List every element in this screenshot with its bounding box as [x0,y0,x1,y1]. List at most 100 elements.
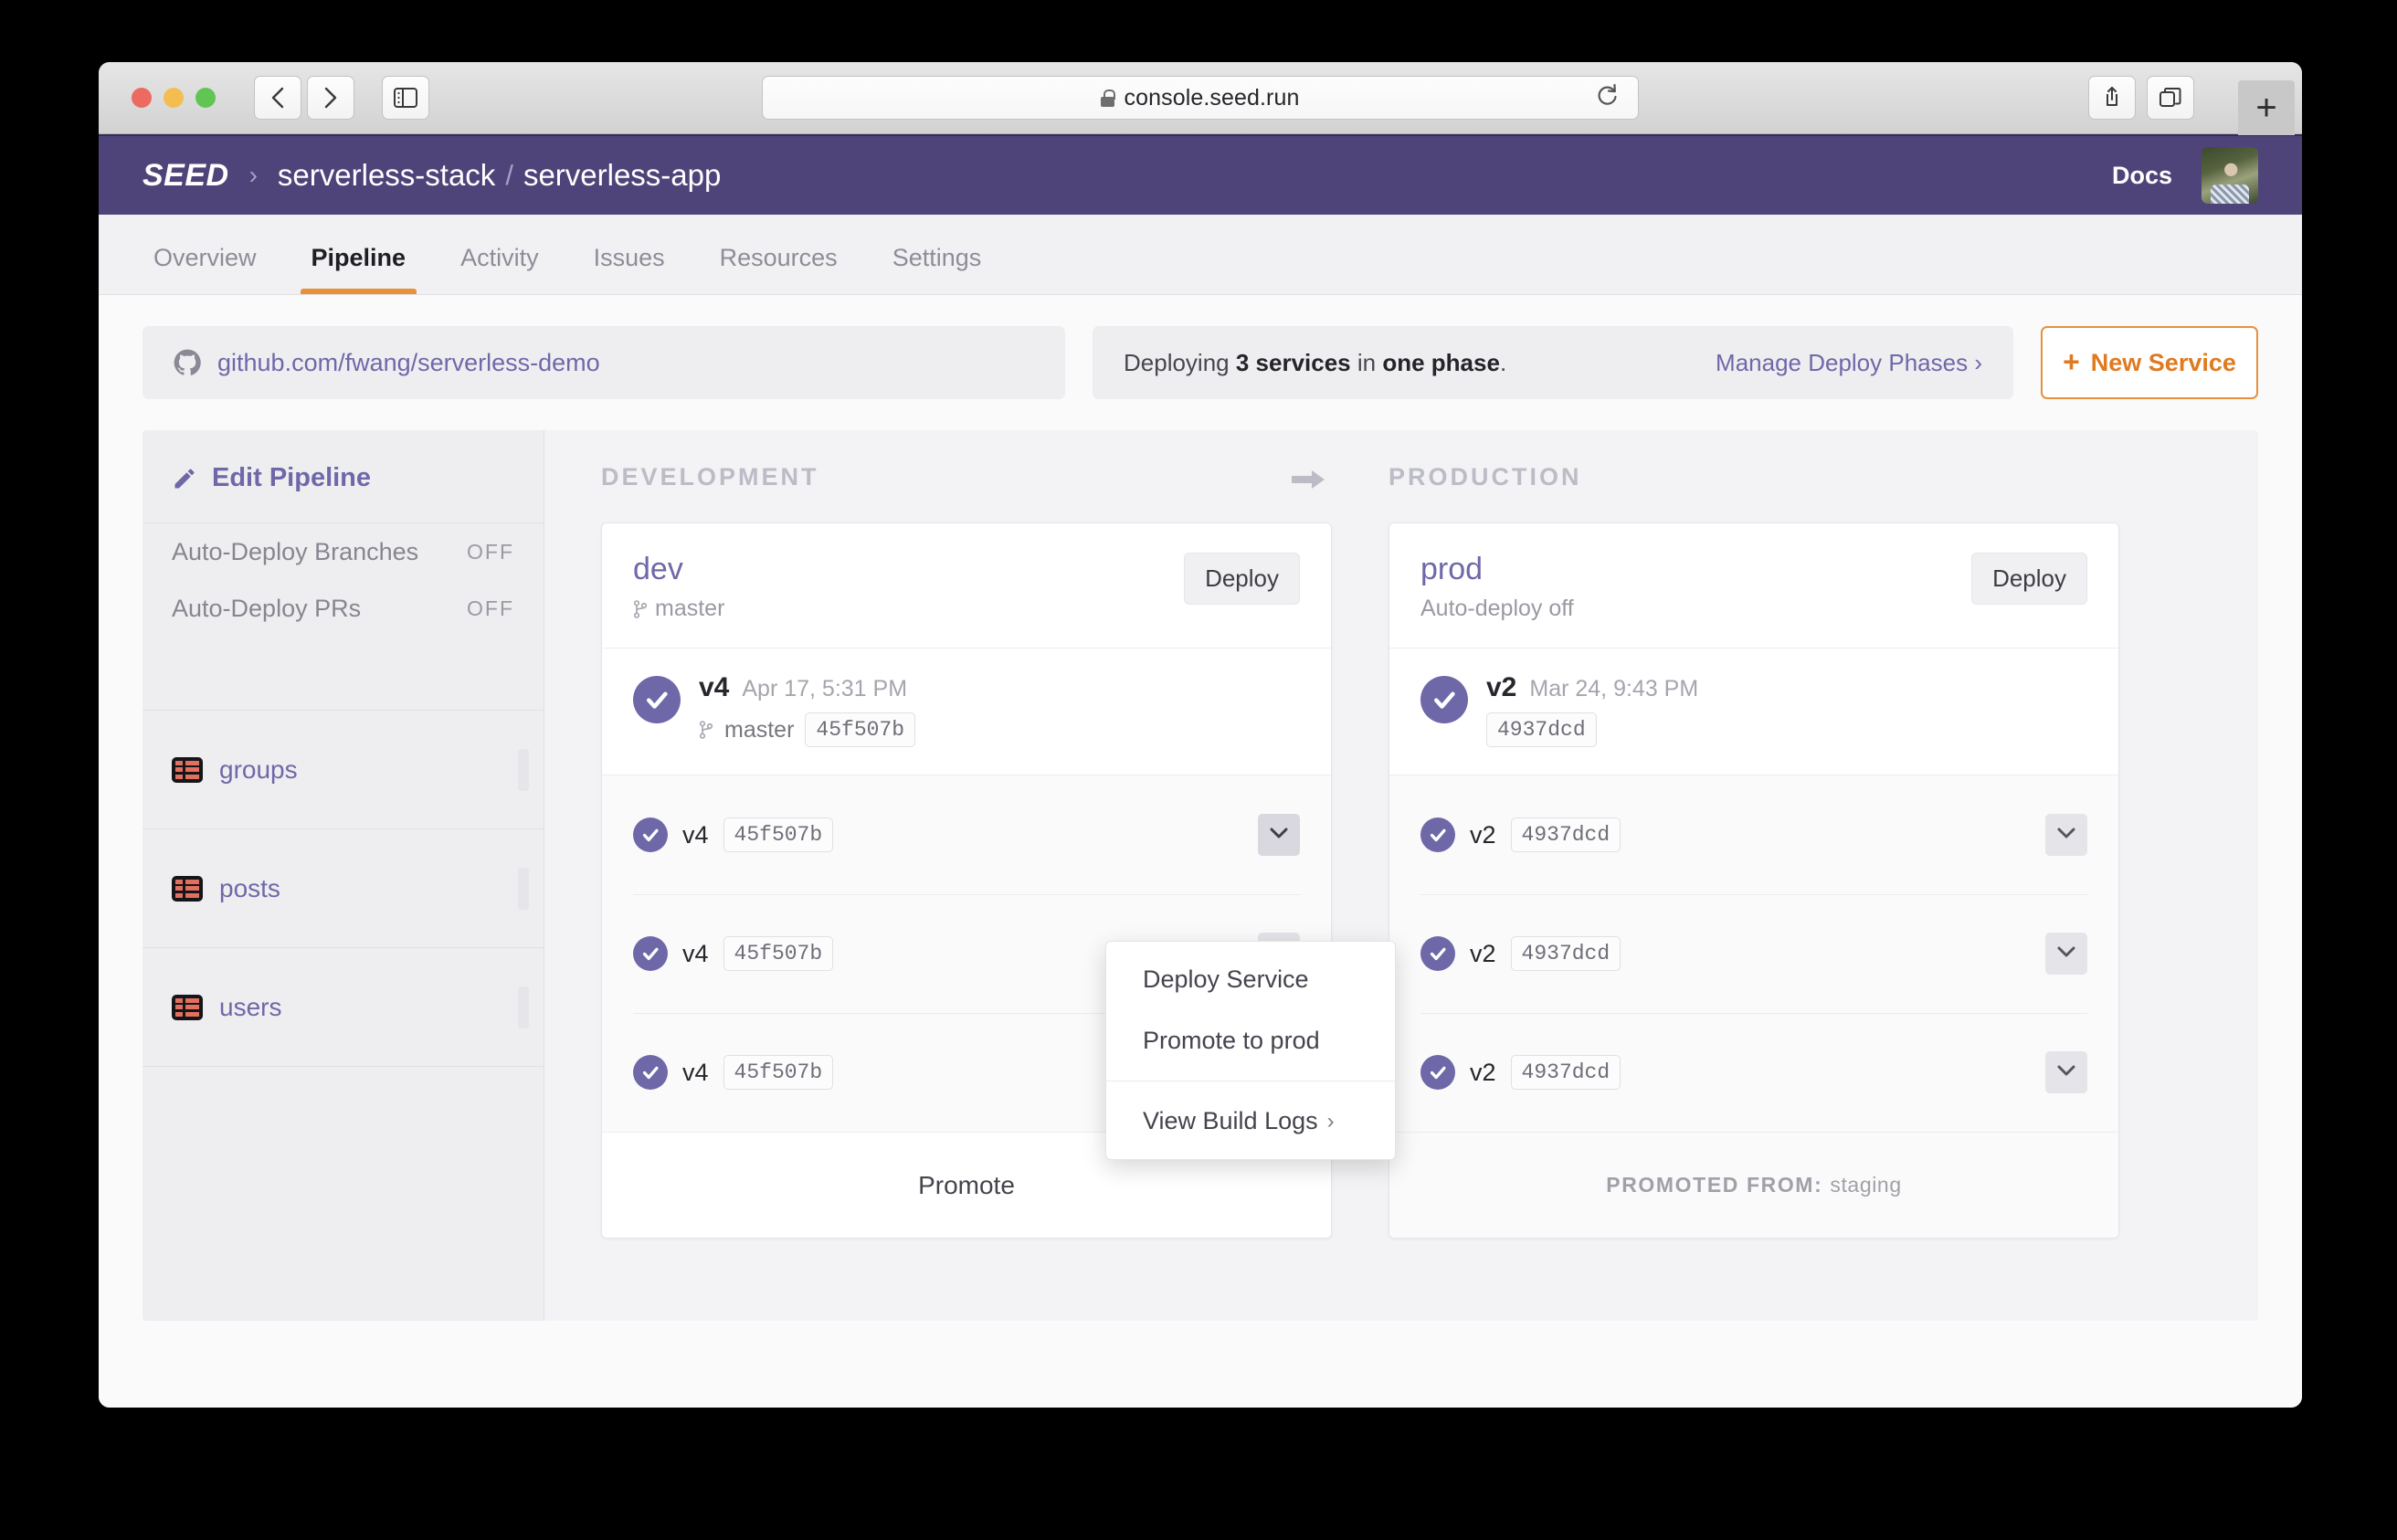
share-button[interactable] [2088,76,2136,120]
service-version: v2 [1470,940,1496,968]
close-window-button[interactable] [132,88,152,108]
forward-button[interactable] [307,76,354,120]
build-branch: master [724,717,794,744]
reload-button[interactable] [1596,83,1620,113]
breadcrumb-org[interactable]: serverless-stack [278,158,495,193]
tab-resources[interactable]: Resources [709,244,849,294]
auto-deploy-branches-value: OFF [467,540,514,564]
auto-deploy-branches-row[interactable]: Auto-Deploy Branches OFF [143,523,544,580]
tab-activity[interactable]: Activity [449,244,550,294]
stage-card-header: dev master [602,523,1331,649]
stage-name-prod[interactable]: prod [1420,553,1574,586]
reload-icon [1596,97,1620,112]
latest-build-line1: v4 Apr 17, 5:31 PM [699,672,915,703]
breadcrumb-app[interactable]: serverless-app [523,158,721,193]
service-version: v4 [682,940,709,968]
new-service-button[interactable]: + New Service [2041,326,2258,399]
build-sha: 45f507b [805,712,915,747]
table-icon [172,876,203,902]
deploy-button-prod[interactable]: Deploy [1971,553,2087,605]
service-menu-button[interactable] [1258,814,1300,856]
auto-deploy-prs-row[interactable]: Auto-Deploy PRs OFF [143,580,544,637]
stage-name-dev[interactable]: dev [633,553,724,586]
promoted-from-footer: PROMOTED FROM: staging [1389,1132,2118,1238]
plus-icon: + [2063,351,2080,374]
phase-count: one phase [1382,349,1500,376]
breadcrumb-separator: › [249,161,258,190]
sidebar-toggle-icon [394,88,417,108]
service-menu-button[interactable] [2045,933,2087,975]
tab-pipeline[interactable]: Pipeline [301,244,417,294]
check-circle-icon [1420,676,1468,723]
service-sha: 4937dcd [1511,817,1621,852]
latest-build-info: v2 Mar 24, 9:43 PM 4937dcd [1486,672,1698,747]
seed-logo[interactable]: SEED [143,158,229,194]
drag-handle[interactable] [518,986,529,1028]
phase-text-middle: in [1351,349,1383,376]
sidebar-service-label: posts [219,874,280,903]
address-bar[interactable]: console.seed.run [762,76,1639,120]
edit-pipeline-button[interactable]: Edit Pipeline [143,430,544,523]
service-row: v4 45f507b [602,775,1331,894]
back-button[interactable] [254,76,301,120]
drag-handle[interactable] [518,749,529,791]
stage-column-production: PRODUCTION prod Auto-deploy off Deploy [1332,430,2119,1321]
minimize-window-button[interactable] [164,88,184,108]
service-menu-button[interactable] [2045,1051,2087,1093]
tab-issues[interactable]: Issues [583,244,676,294]
menu-item-deploy-service[interactable]: Deploy Service [1106,949,1395,1010]
phase-text-before: Deploying [1124,349,1236,376]
breadcrumb-slash: / [505,159,513,192]
deploy-phases-text: Deploying 3 services in one phase. [1124,349,1506,377]
chevron-right-icon: › [1327,1109,1335,1134]
tab-overview[interactable]: Overview [143,244,268,294]
top-info-row: github.com/fwang/serverless-demo Deployi… [143,326,2258,399]
stage-card-prod: prod Auto-deploy off Deploy v2 [1389,522,2119,1239]
show-tabs-button[interactable] [2147,76,2194,120]
avatar[interactable] [2202,147,2258,204]
phase-service-count: 3 services [1236,349,1351,376]
sidebar-service-groups[interactable]: groups [143,711,544,829]
table-icon [172,995,203,1020]
chevron-down-icon [2056,944,2076,964]
auto-deploy-prs-value: OFF [467,596,514,621]
stage-branch-label: master [655,596,724,622]
menu-item-promote-to-prod[interactable]: Promote to prod [1106,1010,1395,1071]
chevron-right-icon: › [1974,349,1982,376]
stage-column-development: DEVELOPMENT dev [544,430,1332,1321]
check-circle-icon [1420,817,1455,852]
maximize-window-button[interactable] [195,88,216,108]
service-row: v2 4937dcd [1389,894,2118,1013]
stage-autodeploy-status: Auto-deploy off [1420,596,1574,622]
promoted-from-label: PROMOTED FROM: [1606,1173,1822,1197]
service-context-menu: Deploy Service Promote to prod View Buil… [1105,941,1396,1160]
sidebar-service-users[interactable]: users [143,948,544,1067]
service-sha: 4937dcd [1511,936,1621,971]
promoted-from-value: staging [1830,1173,1901,1197]
deploy-button-dev[interactable]: Deploy [1184,553,1300,605]
sidebar-toggle-button[interactable] [382,76,429,120]
deploy-phases-panel: Deploying 3 services in one phase. Manag… [1093,326,2013,399]
auto-deploy-prs-label: Auto-Deploy PRs [172,595,361,623]
stage-card-header: prod Auto-deploy off Deploy [1389,523,2118,649]
tab-settings[interactable]: Settings [882,244,993,294]
stage-title-development: DEVELOPMENT [601,430,1332,522]
menu-item-view-build-logs[interactable]: View Build Logs › [1106,1091,1395,1152]
service-sha: 45f507b [723,1055,834,1090]
chevron-down-icon [2056,826,2076,845]
service-menu-button[interactable] [2045,814,2087,856]
repo-url-link[interactable]: github.com/fwang/serverless-demo [217,349,600,377]
docs-link[interactable]: Docs [2112,162,2172,190]
service-list-prod: v2 4937dcd [1389,775,2118,1132]
drag-handle[interactable] [518,868,529,910]
window-traffic-lights [132,88,216,108]
pencil-icon [172,466,197,491]
manage-deploy-phases-link[interactable]: Manage Deploy Phases › [1716,349,1982,377]
new-service-label: New Service [2091,349,2236,377]
new-tab-button[interactable]: + [2238,80,2295,135]
chevron-right-icon [322,86,340,110]
github-icon [174,349,201,376]
repo-panel: github.com/fwang/serverless-demo [143,326,1065,399]
sidebar-service-posts[interactable]: posts [143,829,544,948]
phase-text-after: . [1500,349,1506,376]
